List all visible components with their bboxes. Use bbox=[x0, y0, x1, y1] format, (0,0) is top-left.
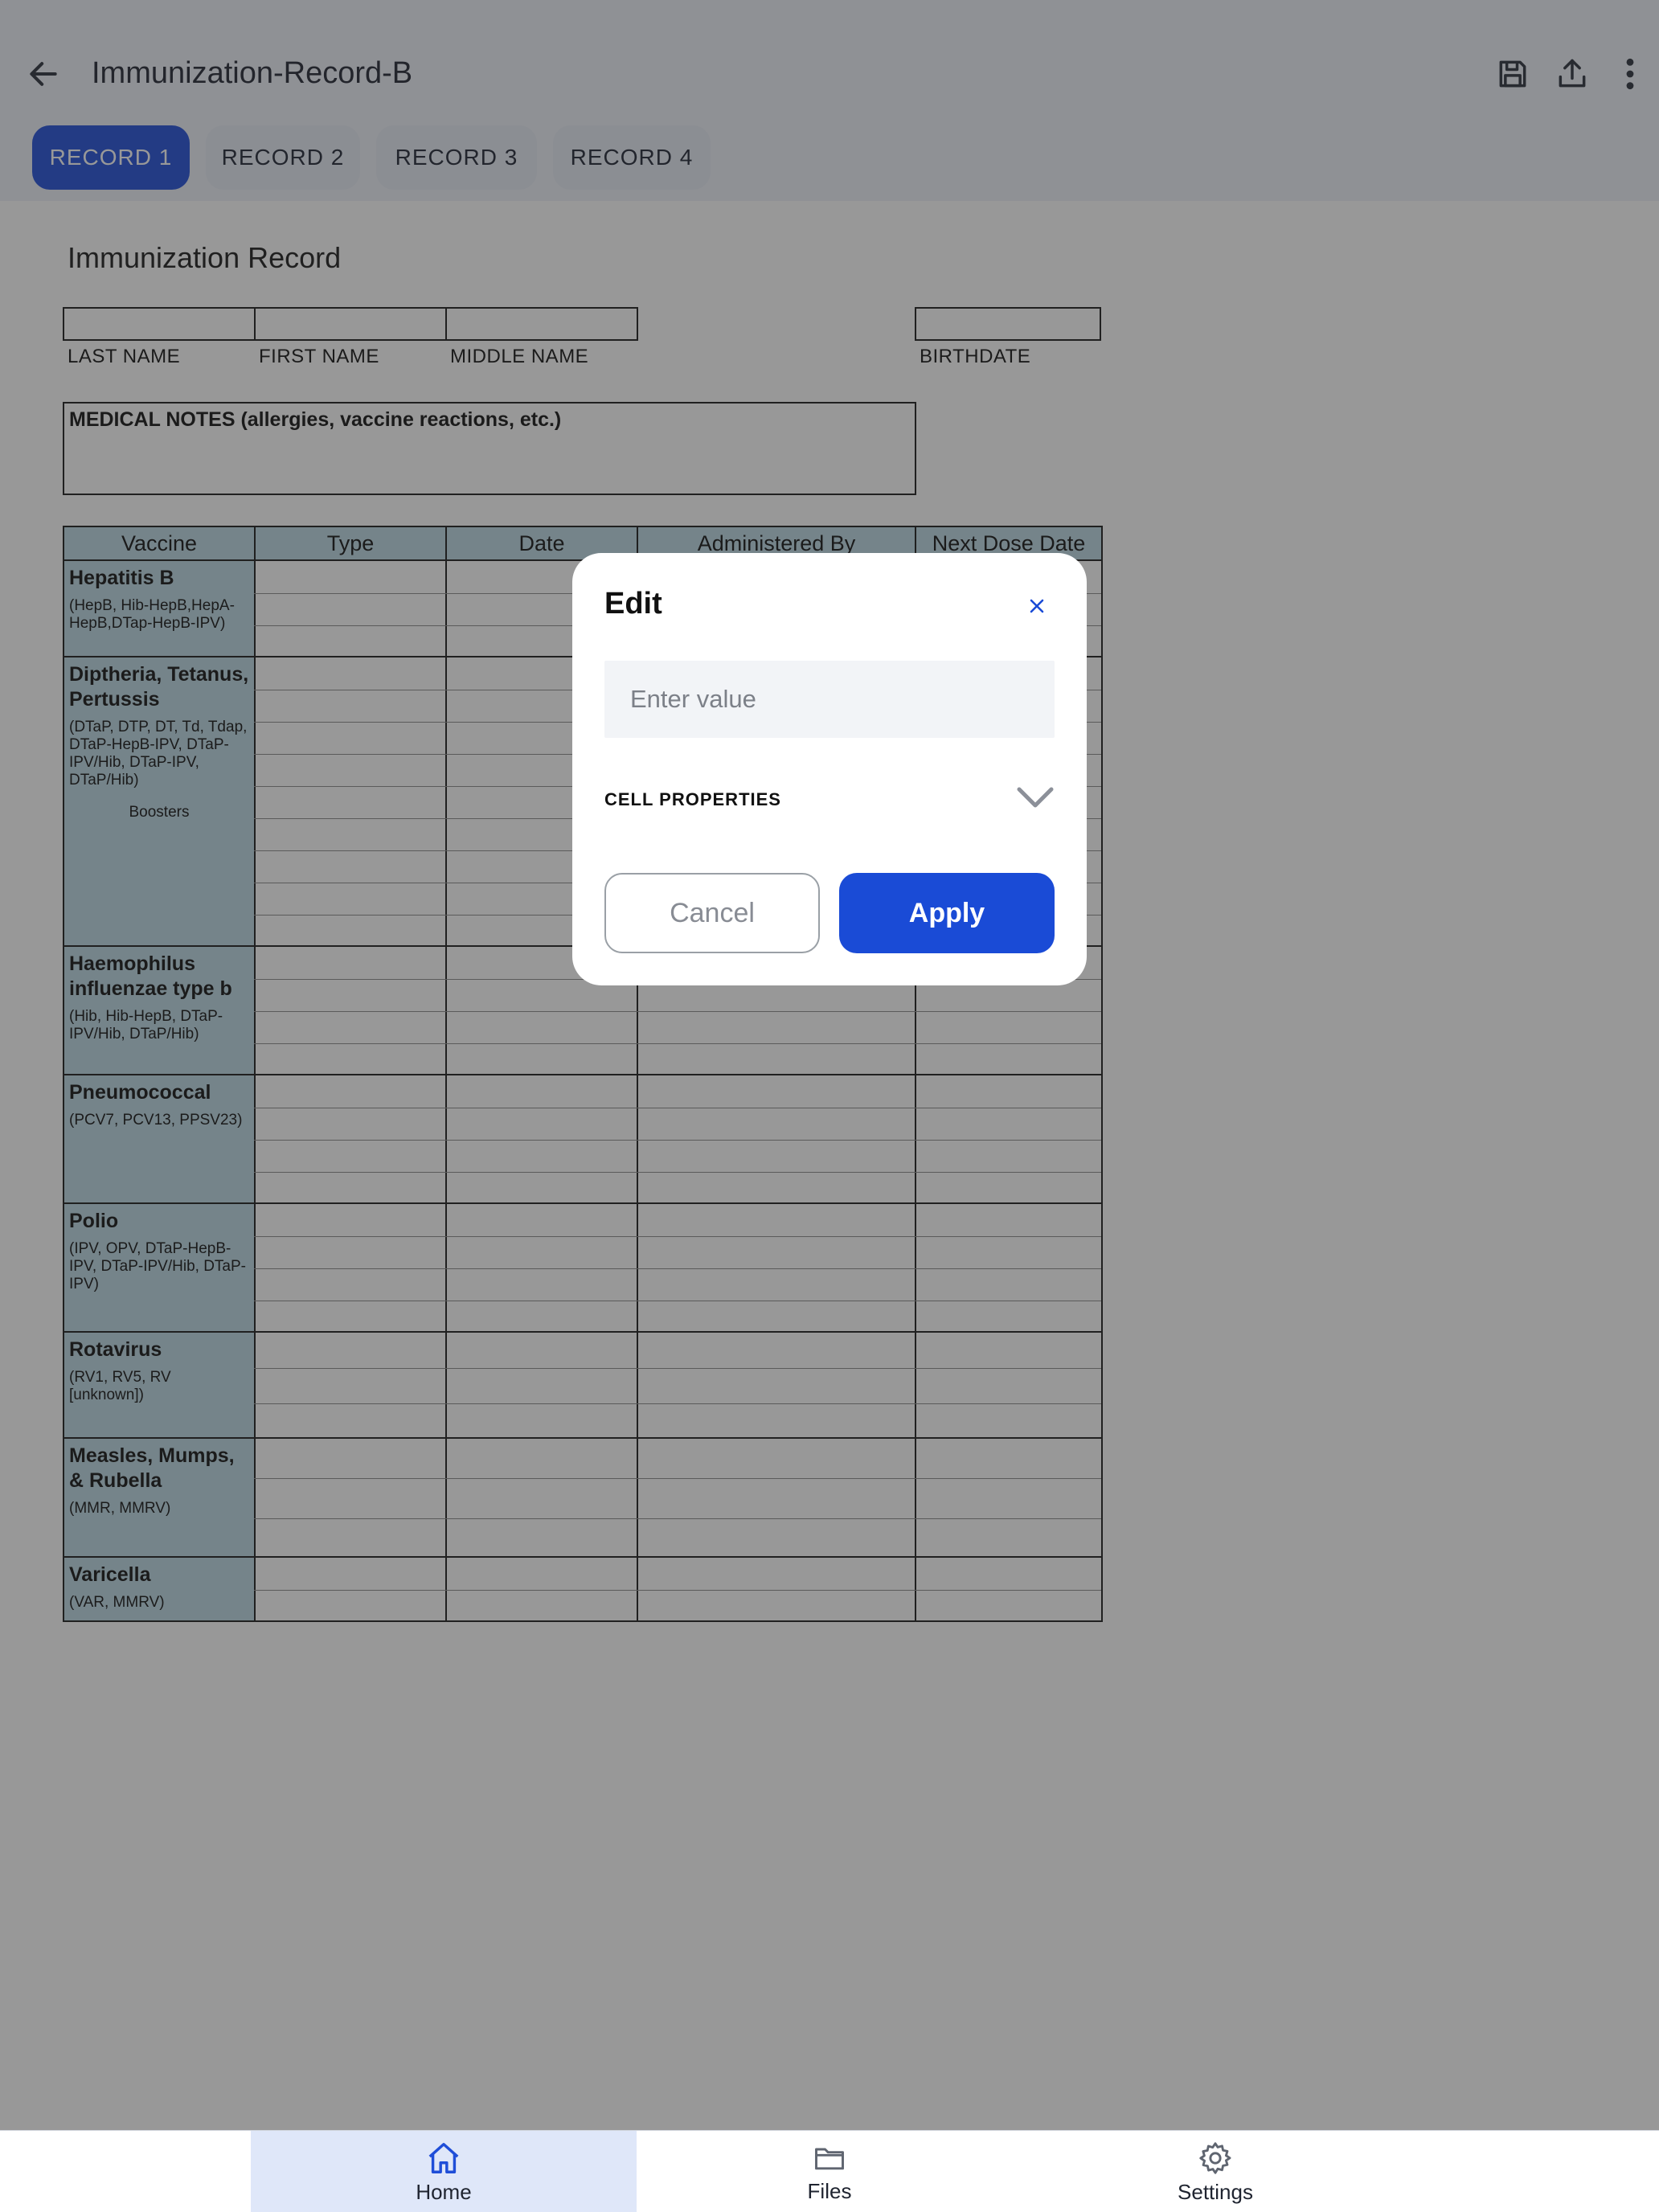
nav-files-label: Files bbox=[807, 2178, 852, 2203]
close-icon bbox=[1030, 599, 1044, 613]
gear-icon bbox=[1199, 2141, 1231, 2174]
cancel-button[interactable]: Cancel bbox=[604, 873, 820, 953]
nav-settings[interactable]: Settings bbox=[1022, 2131, 1408, 2212]
home-icon bbox=[428, 2142, 459, 2173]
folder-icon bbox=[815, 2148, 844, 2169]
nav-home-label: Home bbox=[416, 2179, 472, 2204]
chevron-down-icon bbox=[1017, 787, 1054, 808]
dialog-title: Edit bbox=[604, 587, 662, 621]
apply-button[interactable]: Apply bbox=[839, 873, 1055, 953]
bottom-navigation: Home Files Settings bbox=[0, 2130, 1659, 2212]
nav-settings-label: Settings bbox=[1178, 2179, 1253, 2204]
value-input[interactable] bbox=[604, 661, 1055, 738]
cell-properties-toggle[interactable] bbox=[998, 780, 1055, 815]
close-button[interactable] bbox=[1013, 582, 1061, 630]
cell-properties-label: CELL PROPERTIES bbox=[604, 789, 781, 809]
modal-scrim[interactable] bbox=[0, 0, 1659, 2212]
edit-dialog: Edit CELL PROPERTIES Cancel Apply bbox=[572, 553, 1087, 985]
nav-home[interactable]: Home bbox=[251, 2131, 637, 2212]
nav-files[interactable]: Files bbox=[637, 2131, 1022, 2212]
